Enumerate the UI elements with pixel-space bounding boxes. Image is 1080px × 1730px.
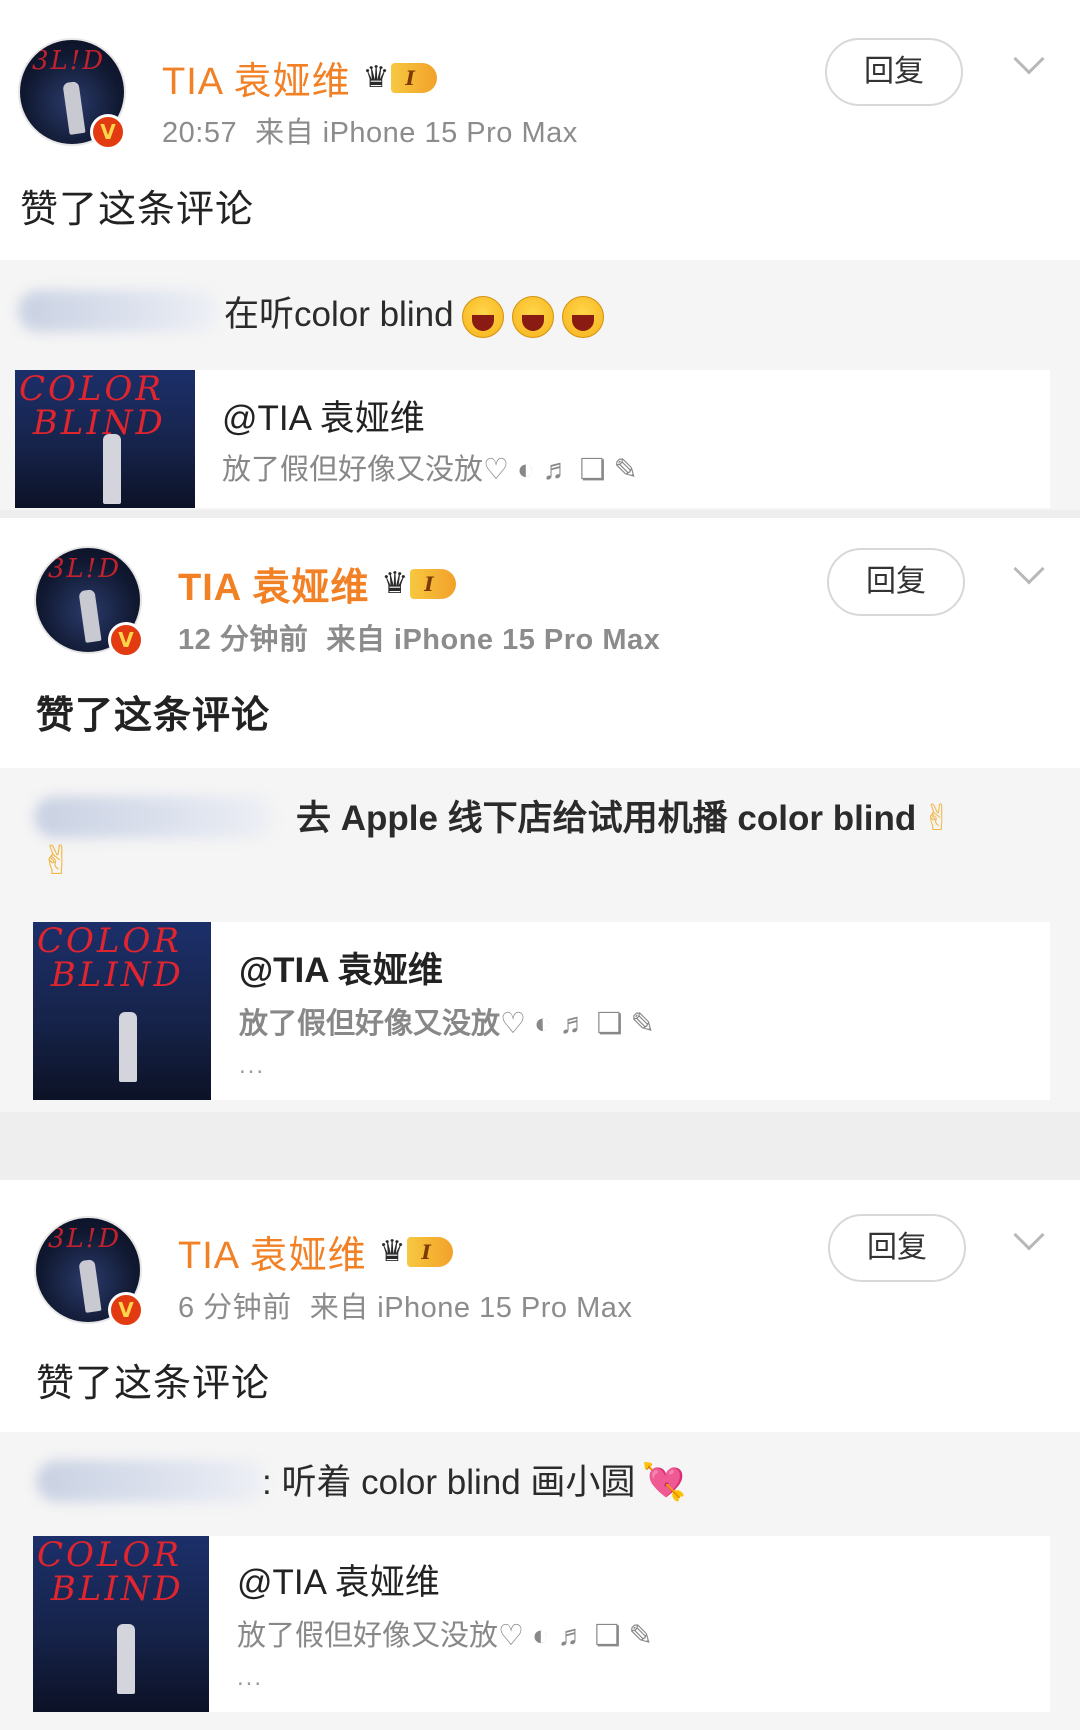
heart-emoji: 💘	[641, 1461, 687, 1502]
post-meta: 12 分钟前 来自 iPhone 15 Pro Max	[178, 616, 660, 658]
reply-button[interactable]: 回复	[828, 1214, 966, 1282]
embed-author[interactable]: @TIA 袁娅维	[222, 390, 425, 441]
name-row: TIA 袁娅维 ♛ I	[178, 556, 456, 611]
laugh-emoji	[461, 295, 504, 338]
notification-card: 3L!D V TIA 袁娅维 ♛ I 12 分钟前 来自 iPhone 15 Pr…	[0, 518, 1080, 1112]
post-meta: 20:57 来自 iPhone 15 Pro Max	[162, 109, 578, 151]
embed-author[interactable]: @TIA 袁娅维	[239, 942, 443, 993]
peace-emoji: ✌	[922, 797, 953, 838]
crown-icon: ♛	[381, 567, 409, 600]
blurred-username	[18, 290, 218, 332]
post-source: 来自 iPhone 15 Pro Max	[326, 624, 661, 656]
post-meta: 6 分钟前 来自 iPhone 15 Pro Max	[178, 1284, 632, 1326]
quoted-comment[interactable]: 去 Apple 线下店给试用机播 color blind ✌ ✌ COLOR BL…	[0, 768, 1080, 1112]
blurred-username	[34, 796, 274, 838]
card-divider	[0, 510, 1080, 518]
quote-line: 在听color blind	[224, 286, 604, 338]
level-badge: I	[407, 1236, 453, 1267]
original-post-card[interactable]: COLOR BLIND @TIA 袁娅维 放了假但好像又没放♡ ◐ ♬ ❏ ✎ ...	[33, 1536, 1050, 1712]
album-cover-thumbnail: COLOR BLIND	[33, 1536, 209, 1712]
embed-text: 放了假但好像又没放♡ ◐ ♬ ❏ ✎	[222, 454, 638, 486]
original-post-card[interactable]: COLOR BLIND @TIA 袁娅维 放了假但好像又没放♡ ◐ ♬ ❏ ✎	[15, 370, 1050, 508]
card-divider	[0, 1112, 1080, 1180]
name-row: TIA 袁娅维 ♛ I	[178, 1224, 453, 1279]
weibo-notification-feed: 3L!D V TIA 袁娅维 ♛ I 20:57 来自 iPhone 15 Pro…	[0, 0, 1080, 1730]
username[interactable]: TIA 袁娅维	[178, 1224, 367, 1279]
laugh-emoji	[511, 295, 554, 338]
crown-icon: ♛	[362, 61, 390, 94]
chevron-down-icon[interactable]	[1013, 43, 1045, 75]
quoted-comment[interactable]: : 听着 color blind 画小圆 💘 COLOR BLIND @TIA 袁…	[0, 1432, 1080, 1730]
reply-button[interactable]: 回复	[827, 548, 965, 616]
embed-more: ...	[237, 1664, 264, 1691]
embed-text: 放了假但好像又没放♡ ◐ ♬ ❏ ✎	[239, 1008, 655, 1040]
embed-author[interactable]: @TIA 袁娅维	[237, 1554, 440, 1605]
post-source: 来自 iPhone 15 Pro Max	[309, 1292, 633, 1324]
card-header: 3L!D V TIA 袁娅维 ♛ I 12 分钟前 来自 iPhone 15 Pr…	[0, 518, 1080, 768]
quote-line: 去 Apple 线下店给试用机播 color blind ✌	[296, 790, 952, 841]
quoted-comment[interactable]: 在听color blind COLOR BLIND @TIA 袁娅维 放了假但好…	[0, 260, 1080, 510]
reply-button[interactable]: 回复	[825, 38, 963, 106]
chevron-down-icon[interactable]	[1013, 1219, 1045, 1251]
chevron-down-icon[interactable]	[1013, 553, 1045, 585]
action-text: 赞了这条评论	[20, 189, 255, 231]
peace-emoji: ✌	[40, 839, 74, 883]
verified-badge-icon: V	[108, 622, 144, 658]
quote-text: : 听着 color blind 画小圆	[262, 1463, 636, 1502]
quote-text: 去 Apple 线下店给试用机播 color blind	[296, 799, 917, 838]
album-cover-thumbnail: COLOR BLIND	[33, 922, 211, 1100]
post-source: 来自 iPhone 15 Pro Max	[255, 117, 578, 149]
username[interactable]: TIA 袁娅维	[178, 556, 369, 611]
timestamp: 20:57	[162, 117, 238, 149]
verified-badge-icon: V	[90, 114, 126, 150]
quote-line: : 听着 color blind 画小圆 💘	[262, 1454, 686, 1505]
level-badge: I	[410, 568, 456, 599]
embed-more: ...	[239, 1052, 266, 1079]
timestamp: 6 分钟前	[178, 1292, 292, 1324]
action-text: 赞了这条评论	[36, 695, 271, 737]
notification-card: 3L!D V TIA 袁娅维 ♛ I 20:57 来自 iPhone 15 Pro…	[0, 0, 1080, 510]
action-text: 赞了这条评论	[36, 1363, 271, 1405]
album-cover-thumbnail: COLOR BLIND	[15, 370, 195, 508]
username[interactable]: TIA 袁娅维	[162, 50, 351, 105]
level-badge: I	[391, 62, 437, 93]
crown-icon: ♛	[378, 1235, 406, 1268]
embed-text: 放了假但好像又没放♡ ◐ ♬ ❏ ✎	[237, 1620, 653, 1652]
blurred-username	[36, 1460, 266, 1502]
original-post-card[interactable]: COLOR BLIND @TIA 袁娅维 放了假但好像又没放♡ ◐ ♬ ❏ ✎ ...	[33, 922, 1050, 1100]
quote-text: 在听color blind	[224, 295, 454, 334]
card-header: 3L!D V TIA 袁娅维 ♛ I 20:57 来自 iPhone 15 Pro…	[0, 0, 1080, 260]
verified-badge-icon: V	[108, 1292, 144, 1328]
timestamp: 12 分钟前	[178, 624, 309, 656]
name-row: TIA 袁娅维 ♛ I	[162, 50, 437, 105]
laugh-emoji	[561, 295, 604, 338]
notification-card: 3L!D V TIA 袁娅维 ♛ I 6 分钟前 来自 iPhone 15 Pro…	[0, 1180, 1080, 1730]
card-header: 3L!D V TIA 袁娅维 ♛ I 6 分钟前 来自 iPhone 15 Pro…	[0, 1180, 1080, 1432]
